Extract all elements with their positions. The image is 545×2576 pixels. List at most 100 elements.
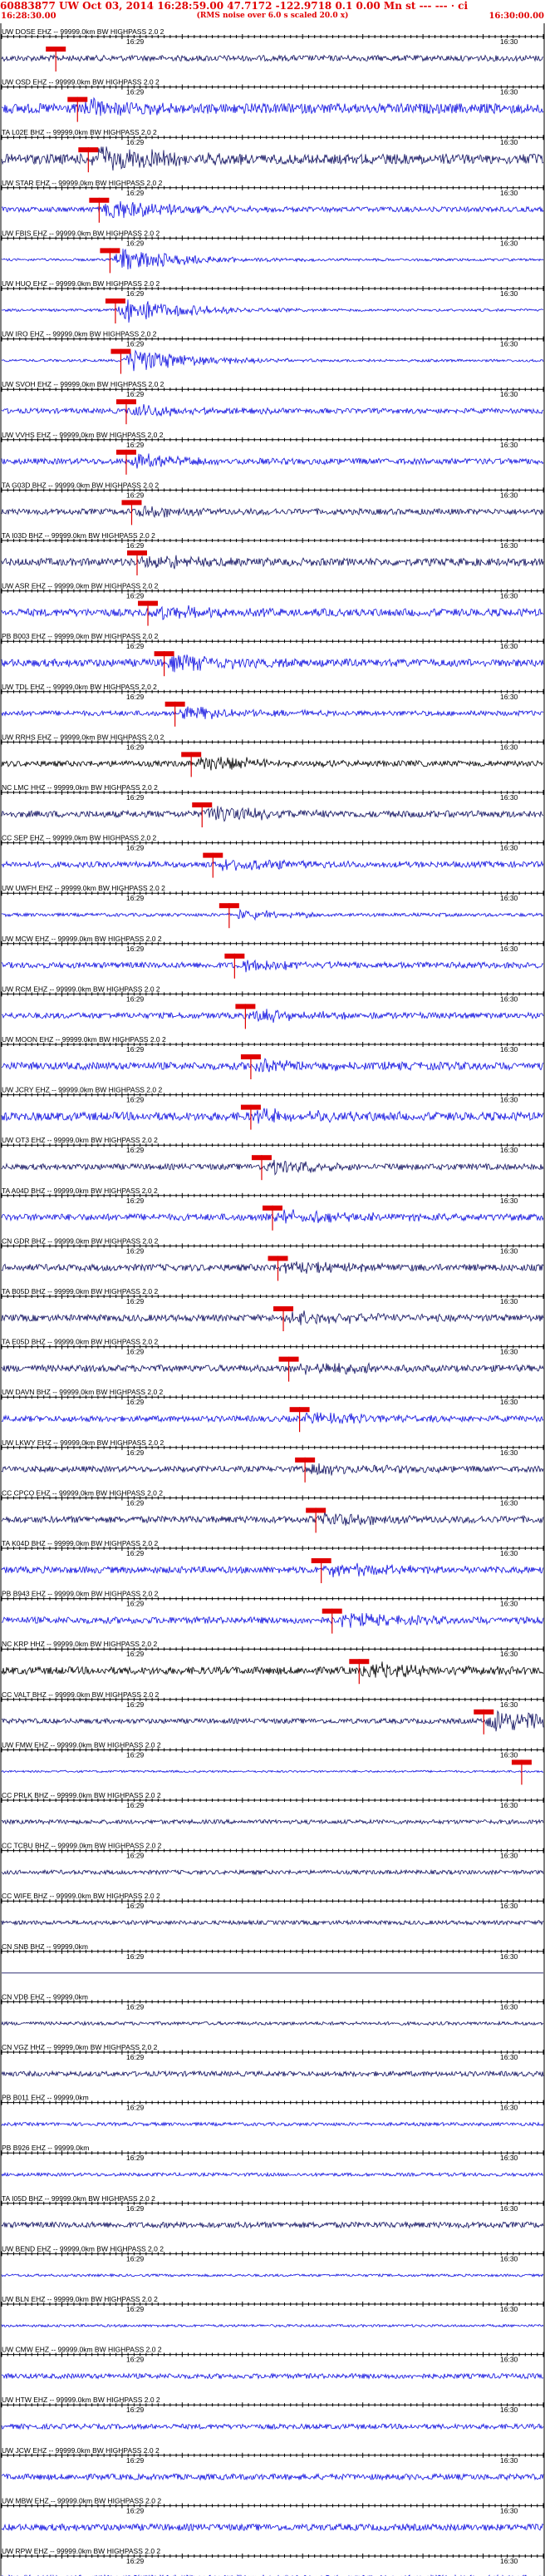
station-label: NC KRP HHZ -- 99999.0km BW HIGHPASS 2.0 …	[2, 1640, 157, 1648]
station-label: UW RCM EHZ -- 99999.0km BW HIGHPASS 2.0 …	[2, 985, 160, 993]
waveform	[1, 555, 544, 570]
station-label: CC VALT BHZ -- 99999.0km BW HIGHPASS 2.0…	[2, 1690, 160, 1699]
waveform	[1, 2020, 544, 2026]
time-label-1630: 16:30	[500, 592, 518, 600]
waveform	[1, 959, 544, 973]
station-label: UW OSD EHZ -- 99999.0km BW HIGHPASS 2.0 …	[2, 78, 160, 86]
waveform	[1, 1818, 544, 1825]
time-label-1629: 16:29	[126, 1650, 145, 1658]
time-label-1630: 16:30	[500, 2406, 518, 2414]
station-label: UW UWFH EHZ -- 99999.0km BW HIGHPASS 2.0…	[2, 884, 165, 892]
waveform	[1, 1661, 544, 1679]
station-trace-row: UW FBIS EHZ -- 99999.0km BW HIGHPASS 2.0…	[1, 229, 544, 274]
waveform	[1, 1562, 544, 1577]
station-trace-row: CN GDR BHZ -- 99999.0km BW HIGHPASS 2.0 …	[1, 1236, 544, 1281]
time-label-1630: 16:30	[500, 2356, 518, 2364]
time-label-1629: 16:29	[126, 945, 145, 953]
station-label: CC PRLK BHZ -- 99999.0km BW HIGHPASS 2.0…	[2, 1791, 161, 1799]
station-label: TA G03D BHZ -- 99999.0km BW HIGHPASS 2.0…	[2, 481, 159, 489]
time-label-1630: 16:30	[500, 1549, 518, 1557]
station-trace-row: PB B003 EHZ -- 99999.0km BW HIGHPASS 2.0…	[1, 632, 544, 677]
station-label: TA A04D BHZ -- 99999.0km BW HIGHPASS 2.0…	[2, 1187, 158, 1195]
time-label-1630: 16:30	[500, 1398, 518, 1406]
time-label-1629: 16:29	[126, 289, 145, 298]
waveform	[1, 654, 544, 673]
time-label-1630: 16:30	[500, 2104, 518, 2112]
time-label-1630: 16:30	[500, 1902, 518, 1910]
station-label: CC WIFE BHZ -- 99999.0km BW HIGHPASS 2.0…	[2, 1892, 160, 1900]
waveform	[1, 757, 544, 771]
time-label-1630: 16:30	[500, 1650, 518, 1658]
station-trace-row: UW MBW EHZ -- 99999.0km BW HIGHPASS 2.0 …	[1, 2496, 544, 2532]
time-label-1629: 16:29	[126, 1750, 145, 1759]
waveform	[1, 2220, 544, 2229]
station-trace-row: UW MOON EHZ -- 99999.0km BW HIGHPASS 2.0…	[1, 1035, 544, 1079]
station-trace-row: CC CPCO EHZ -- 99999.0km BW HIGHPASS 2.0…	[1, 1488, 544, 1533]
station-trace-row: UW MCW EHZ -- 99999.0km BW HIGHPASS 2.0 …	[1, 935, 544, 979]
time-label-1629: 16:29	[126, 1448, 145, 1457]
time-label-1629: 16:29	[126, 189, 145, 197]
waveform	[1, 1108, 544, 1124]
time-label-1629: 16:29	[126, 844, 145, 852]
station-trace-row: UW JCW EHZ -- 99999.0km BW HIGHPASS 2.0 …	[1, 2446, 544, 2481]
station-trace-row: CC VALT BHZ -- 99999.0km BW HIGHPASS 2.0…	[1, 1690, 544, 1735]
time-label-1629: 16:29	[126, 1600, 145, 1608]
waveform	[1, 200, 544, 219]
station-label: CC SEP EHZ -- 99999.0km BW HIGHPASS 2.0 …	[2, 834, 157, 842]
station-trace-row: UW STAR EHZ -- 99999.0km BW HIGHPASS 2.0…	[1, 179, 544, 223]
station-trace-row: NC KRP HHZ -- 99999.0km BW HIGHPASS 2.0 …	[1, 1640, 544, 1685]
time-label-1629: 16:29	[126, 1146, 145, 1154]
time-label-1629: 16:29	[126, 793, 145, 802]
waveform	[1, 1412, 544, 1424]
station-label: UW MOON EHZ -- 99999.0km BW HIGHPASS 2.0…	[2, 1035, 166, 1044]
station-label: TA I05D BHZ -- 99999.0km BW HIGHPASS 2.0…	[2, 2194, 155, 2203]
time-label-1629: 16:29	[126, 491, 145, 499]
waveform	[1, 2522, 544, 2532]
time-label-1629: 16:29	[126, 642, 145, 650]
station-label: UW JCW EHZ -- 99999.0km BW HIGHPASS 2.0 …	[2, 2446, 160, 2455]
station-label: PB B011 EHZ -- 99999.0km	[2, 2094, 89, 2102]
waveform	[1, 859, 544, 871]
station-trace-row: PB B926 EHZ -- 99999.0km 16:29 16:30	[1, 2144, 544, 2178]
time-label-1629: 16:29	[126, 1045, 145, 1054]
time-label-1629: 16:29	[126, 2506, 145, 2514]
waveform	[1, 506, 544, 519]
station-trace-row: NC LMC HHZ -- 99999.0km BW HIGHPASS 2.0 …	[1, 783, 544, 827]
time-label-1629: 16:29	[126, 2456, 145, 2465]
time-label-1629: 16:29	[126, 2204, 145, 2213]
waveform	[1, 2273, 544, 2278]
station-label: UW DOSE EHZ -- 99999.0km BW HIGHPASS 2.0…	[2, 27, 164, 36]
waveform	[1, 2070, 544, 2078]
time-label-1630: 16:30	[500, 1197, 518, 1205]
time-label-1629: 16:29	[126, 2002, 145, 2011]
station-trace-row: UW RPW EHZ -- 99999.0km BW HIGHPASS 2.0 …	[1, 2547, 544, 2576]
waveform	[1, 605, 544, 620]
time-label-1630: 16:30	[500, 894, 518, 902]
time-label-1629: 16:29	[126, 1700, 145, 1709]
station-label: TA B05D BHZ -- 99999.0km BW HIGHPASS 2.0…	[2, 1287, 158, 1295]
station-label: CN VDB EHZ -- 99999.0km	[2, 1992, 88, 2001]
time-label-1630: 16:30	[500, 844, 518, 852]
time-label-1629: 16:29	[126, 2305, 145, 2313]
station-label: TA K04D BHZ -- 99999.0km BW HIGHPASS 2.0…	[2, 1539, 158, 1547]
time-label-1629: 16:29	[126, 390, 145, 398]
time-label-1629: 16:29	[126, 1096, 145, 1104]
time-label-1630: 16:30	[500, 994, 518, 1003]
station-trace-row: TA L02E BHZ -- 99999.0km BW HIGHPASS 2.0…	[1, 128, 544, 173]
station-trace-row: UW IRO EHZ -- 99999.0km BW HIGHPASS 2.0 …	[1, 330, 544, 374]
time-label-1629: 16:29	[126, 592, 145, 600]
time-label-1630: 16:30	[500, 1952, 518, 1961]
time-label-1629: 16:29	[126, 239, 145, 247]
station-trace-row: CN VDB EHZ -- 99999.0km 16:29 16:30	[1, 1992, 544, 2026]
station-trace-row: UW CMW EHZ -- 99999.0km BW HIGHPASS 2.0 …	[1, 2346, 544, 2380]
time-label-1629: 16:29	[126, 2356, 145, 2364]
waveform	[1, 806, 544, 822]
time-label-1629: 16:29	[126, 1498, 145, 1507]
time-label-1629: 16:29	[126, 2154, 145, 2162]
seismogram-plot: UW DOSE EHZ -- 99999.0km BW HIGHPASS 2.0…	[0, 23, 545, 2576]
station-label: TA L02E BHZ -- 99999.0km BW HIGHPASS 2.0…	[2, 128, 157, 136]
time-label-1630: 16:30	[500, 945, 518, 953]
station-trace-row: UW TDL EHZ -- 99999.0km BW HIGHPASS 2.0 …	[1, 683, 544, 727]
time-label-1629: 16:29	[126, 2254, 145, 2263]
station-label: UW SVOH EHZ -- 99999.0km BW HIGHPASS 2.0…	[2, 380, 164, 388]
